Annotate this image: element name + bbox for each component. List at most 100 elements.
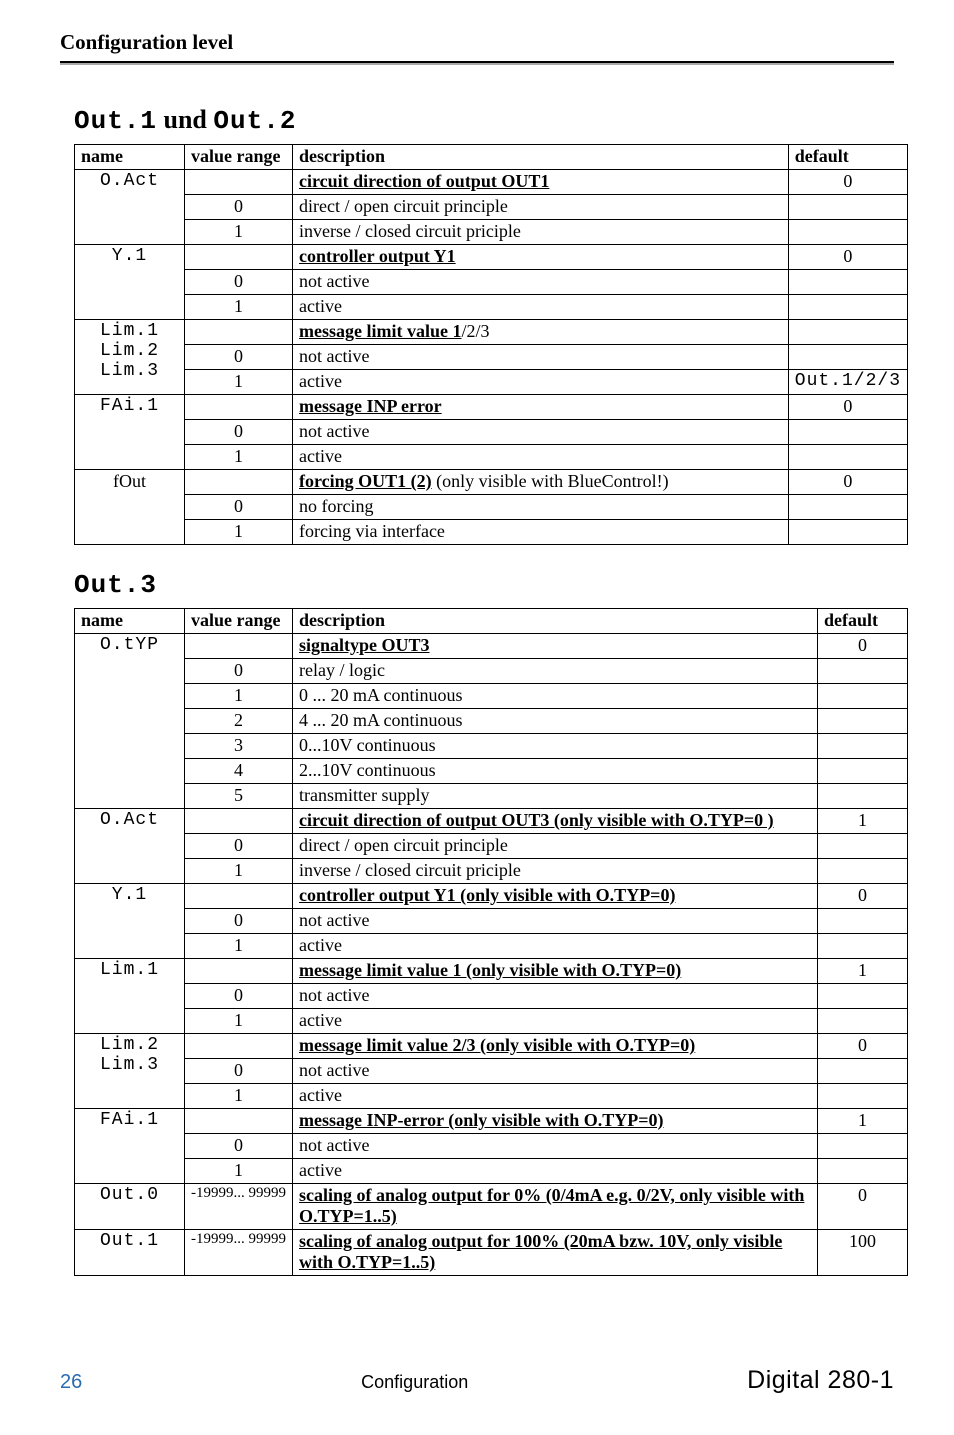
th-desc: description bbox=[293, 145, 789, 170]
cell-default bbox=[818, 984, 908, 1009]
cell-range: 1 bbox=[185, 220, 293, 245]
cell-default bbox=[788, 445, 907, 470]
table-row: 1inverse / closed circuit priciple bbox=[75, 859, 908, 884]
cell-default bbox=[788, 345, 907, 370]
cell-range: 0 bbox=[185, 909, 293, 934]
cell-name: Lim.1 bbox=[75, 959, 185, 1034]
cell-name: O.Act bbox=[75, 809, 185, 884]
cell-desc: scaling of analog output for 0% (0/4mA e… bbox=[293, 1184, 818, 1230]
cell-range bbox=[185, 470, 293, 495]
table-row: 0not active bbox=[75, 909, 908, 934]
cell-range bbox=[185, 320, 293, 345]
cell-range: 0 bbox=[185, 195, 293, 220]
cell-name: Lim.1Lim.2Lim.3 bbox=[75, 320, 185, 395]
cell-name: FAi.1 bbox=[75, 395, 185, 470]
cell-name: Out.0 bbox=[75, 1184, 185, 1230]
cell-name: fOut bbox=[75, 470, 185, 545]
cell-range: 1 bbox=[185, 445, 293, 470]
table-row: 1inverse / closed circuit priciple bbox=[75, 220, 908, 245]
cell-default: 0 bbox=[788, 395, 907, 420]
cell-desc: active bbox=[293, 1084, 818, 1109]
cell-default bbox=[818, 1134, 908, 1159]
section-title-out12: Out.1 und Out.2 bbox=[74, 105, 894, 136]
cell-desc: message INP-error (only visible with O.T… bbox=[293, 1109, 818, 1134]
table-row: 0direct / open circuit principle bbox=[75, 834, 908, 859]
cell-name: Lim.2Lim.3 bbox=[75, 1034, 185, 1109]
table-out3: name value range description default O.t… bbox=[74, 608, 908, 1276]
table-row: Y.1controller output Y1 (only visible wi… bbox=[75, 884, 908, 909]
cell-default bbox=[818, 709, 908, 734]
cell-default bbox=[818, 909, 908, 934]
table-row: Lim.2Lim.3message limit value 2/3 (only … bbox=[75, 1034, 908, 1059]
cell-desc: 4 ... 20 mA continuous bbox=[293, 709, 818, 734]
cell-range bbox=[185, 634, 293, 659]
cell-desc: not active bbox=[293, 909, 818, 934]
header-divider bbox=[60, 61, 894, 65]
cell-range: 1 bbox=[185, 934, 293, 959]
th-name: name bbox=[75, 609, 185, 634]
cell-range: 0 bbox=[185, 270, 293, 295]
cell-range: 1 bbox=[185, 520, 293, 545]
cell-range: 0 bbox=[185, 1134, 293, 1159]
cell-range: 1 bbox=[185, 370, 293, 395]
cell-desc: circuit direction of output OUT1 bbox=[293, 170, 789, 195]
table-row: FAi.1message INP error0 bbox=[75, 395, 908, 420]
cell-default bbox=[788, 270, 907, 295]
table-row: 0not active bbox=[75, 270, 908, 295]
table-row: O.tYPsignaltype OUT30 bbox=[75, 634, 908, 659]
seg-out2: Out.2 bbox=[213, 106, 296, 136]
cell-default bbox=[818, 1159, 908, 1184]
seg-out1: Out.1 bbox=[74, 106, 157, 136]
cell-desc: direct / open circuit principle bbox=[293, 834, 818, 859]
cell-default bbox=[818, 1059, 908, 1084]
cell-desc: active bbox=[293, 1159, 818, 1184]
cell-default: 0 bbox=[788, 245, 907, 270]
cell-range: 1 bbox=[185, 1159, 293, 1184]
th-def: default bbox=[788, 145, 907, 170]
cell-default: 0 bbox=[818, 884, 908, 909]
table-row: 1active bbox=[75, 295, 908, 320]
cell-default bbox=[818, 934, 908, 959]
cell-default bbox=[788, 495, 907, 520]
cell-desc: message limit value 1 (only visible with… bbox=[293, 959, 818, 984]
table-row: O.Actcircuit direction of output OUT10 bbox=[75, 170, 908, 195]
seg-out3: Out.3 bbox=[74, 570, 157, 600]
cell-desc: no forcing bbox=[293, 495, 789, 520]
table-row: 1activeOut.1/2/3 bbox=[75, 370, 908, 395]
cell-range bbox=[185, 809, 293, 834]
table-row: 0no forcing bbox=[75, 495, 908, 520]
th-def: default bbox=[818, 609, 908, 634]
cell-desc: message limit value 1/2/3 bbox=[293, 320, 789, 345]
cell-default bbox=[818, 1084, 908, 1109]
cell-range: 0 bbox=[185, 345, 293, 370]
cell-default: 0 bbox=[818, 634, 908, 659]
cell-default bbox=[818, 784, 908, 809]
cell-default bbox=[818, 1009, 908, 1034]
table-row: FAi.1message INP-error (only visible wit… bbox=[75, 1109, 908, 1134]
cell-desc: message INP error bbox=[293, 395, 789, 420]
cell-range: 4 bbox=[185, 759, 293, 784]
cell-default bbox=[818, 684, 908, 709]
cell-name: Y.1 bbox=[75, 245, 185, 320]
cell-name: O.tYP bbox=[75, 634, 185, 809]
table-row: Out.1-19999... 99999scaling of analog ou… bbox=[75, 1230, 908, 1276]
cell-range bbox=[185, 1109, 293, 1134]
table-row: 0not active bbox=[75, 1134, 908, 1159]
table-row: 42...10V continuous bbox=[75, 759, 908, 784]
cell-range: 1 bbox=[185, 684, 293, 709]
footer-center: Configuration bbox=[361, 1372, 468, 1393]
cell-desc: active bbox=[293, 1009, 818, 1034]
th-range: value range bbox=[185, 145, 293, 170]
cell-default: 0 bbox=[788, 170, 907, 195]
cell-desc: active bbox=[293, 934, 818, 959]
page-number: 26 bbox=[60, 1371, 82, 1394]
table-row: Lim.1message limit value 1 (only visible… bbox=[75, 959, 908, 984]
cell-desc: scaling of analog output for 100% (20mA … bbox=[293, 1230, 818, 1276]
page-header: Configuration level bbox=[60, 30, 894, 61]
cell-desc: direct / open circuit principle bbox=[293, 195, 789, 220]
cell-range: -19999... 99999 bbox=[185, 1230, 293, 1276]
footer-model: Digital 280-1 bbox=[747, 1366, 894, 1395]
page-footer: 26 Configuration Digital 280-1 bbox=[60, 1366, 894, 1395]
cell-desc: controller output Y1 bbox=[293, 245, 789, 270]
th-range: value range bbox=[185, 609, 293, 634]
